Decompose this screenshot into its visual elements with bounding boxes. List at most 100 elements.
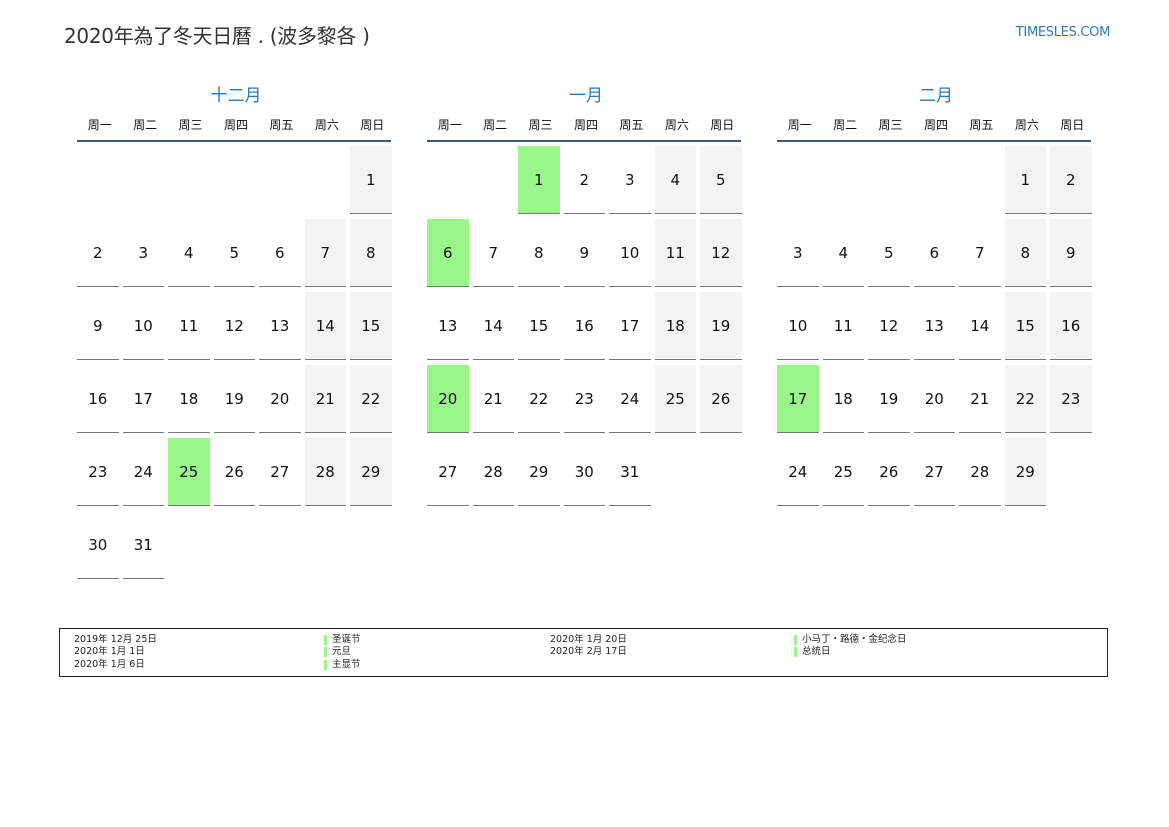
day-cell[interactable]: 10 <box>122 292 164 360</box>
day-cell[interactable]: 26 <box>700 365 742 433</box>
day-cell[interactable]: 10 <box>777 292 819 360</box>
weekday-header: 周一 周二 周三 周四 周五 周六 周日 <box>427 108 745 140</box>
day-cell[interactable]: 14 <box>304 292 346 360</box>
day-cell[interactable]: 30 <box>77 511 119 579</box>
day-cell[interactable]: 11 <box>168 292 210 360</box>
day-cell[interactable]: 24 <box>122 438 164 506</box>
day-cell[interactable]: 24 <box>609 365 651 433</box>
day-cell[interactable]: 16 <box>1050 292 1092 360</box>
day-cell[interactable]: 19 <box>868 365 910 433</box>
day-cell[interactable]: 13 <box>259 292 301 360</box>
day-cell[interactable]: 28 <box>959 438 1001 506</box>
day-cell[interactable]: 12 <box>868 292 910 360</box>
day-cell[interactable]: 12 <box>700 219 742 287</box>
day-cell[interactable]: 3 <box>777 219 819 287</box>
day-cell[interactable]: 28 <box>472 438 514 506</box>
day-cell[interactable]: 23 <box>563 365 605 433</box>
day-cell[interactable]: 9 <box>1050 219 1092 287</box>
day-cell[interactable]: 21 <box>959 365 1001 433</box>
day-cell[interactable]: 15 <box>350 292 392 360</box>
day-cell[interactable]: 31 <box>122 511 164 579</box>
day-cell[interactable]: 20 <box>913 365 955 433</box>
day-cell[interactable]: 6 <box>913 219 955 287</box>
site-link[interactable]: TIMESLES.COM <box>1016 25 1111 40</box>
day-cell-holiday[interactable]: 1 <box>518 146 560 214</box>
day-cell[interactable]: 21 <box>472 365 514 433</box>
day-cell[interactable]: 3 <box>122 219 164 287</box>
day-cell[interactable]: 30 <box>563 438 605 506</box>
day-cell[interactable]: 28 <box>304 438 346 506</box>
empty-cell <box>168 146 210 214</box>
day-cell[interactable]: 7 <box>304 219 346 287</box>
day-cell[interactable]: 1 <box>1004 146 1046 214</box>
day-cell[interactable]: 25 <box>822 438 864 506</box>
day-cell[interactable]: 27 <box>427 438 469 506</box>
day-cell[interactable]: 24 <box>777 438 819 506</box>
day-cell[interactable]: 8 <box>350 219 392 287</box>
day-cell[interactable]: 21 <box>304 365 346 433</box>
day-cell[interactable]: 17 <box>122 365 164 433</box>
day-cell[interactable]: 20 <box>259 365 301 433</box>
day-cell[interactable]: 25 <box>654 365 696 433</box>
day-cell[interactable]: 19 <box>213 365 255 433</box>
day-cell[interactable]: 5 <box>868 219 910 287</box>
day-cell[interactable]: 16 <box>563 292 605 360</box>
day-cell[interactable]: 26 <box>868 438 910 506</box>
day-cell[interactable]: 9 <box>563 219 605 287</box>
day-cell[interactable]: 2 <box>77 219 119 287</box>
day-cell[interactable]: 5 <box>700 146 742 214</box>
day-cell[interactable]: 12 <box>213 292 255 360</box>
day-cell-holiday[interactable]: 6 <box>427 219 469 287</box>
day-cell[interactable]: 3 <box>609 146 651 214</box>
day-cell[interactable]: 23 <box>77 438 119 506</box>
day-cell[interactable]: 4 <box>168 219 210 287</box>
day-cell[interactable]: 2 <box>1050 146 1092 214</box>
day-cell[interactable]: 27 <box>259 438 301 506</box>
day-cell[interactable]: 27 <box>913 438 955 506</box>
day-cell[interactable]: 9 <box>77 292 119 360</box>
day-cell[interactable]: 5 <box>213 219 255 287</box>
month-title: 二月 <box>919 86 953 106</box>
day-cell[interactable]: 18 <box>654 292 696 360</box>
day-cell[interactable]: 15 <box>1004 292 1046 360</box>
day-cell[interactable]: 29 <box>350 438 392 506</box>
day-cell[interactable]: 14 <box>472 292 514 360</box>
legend-names-left: 圣诞节 元旦 主显节 <box>324 634 361 671</box>
day-cell[interactable]: 23 <box>1050 365 1092 433</box>
day-cell[interactable]: 17 <box>609 292 651 360</box>
day-cell[interactable]: 22 <box>1004 365 1046 433</box>
day-cell[interactable]: 11 <box>654 219 696 287</box>
day-cell[interactable]: 13 <box>427 292 469 360</box>
day-cell[interactable]: 8 <box>1004 219 1046 287</box>
day-cell[interactable]: 18 <box>168 365 210 433</box>
day-cell[interactable]: 14 <box>959 292 1001 360</box>
day-cell-holiday[interactable]: 17 <box>777 365 819 433</box>
month-title: 一月 <box>569 86 603 106</box>
day-cell[interactable]: 29 <box>518 438 560 506</box>
day-cell[interactable]: 10 <box>609 219 651 287</box>
day-cell[interactable]: 8 <box>518 219 560 287</box>
day-cell[interactable]: 13 <box>913 292 955 360</box>
day-cell[interactable]: 7 <box>472 219 514 287</box>
day-cell[interactable]: 22 <box>350 365 392 433</box>
day-cell[interactable]: 15 <box>518 292 560 360</box>
day-cell[interactable]: 18 <box>822 365 864 433</box>
day-cell[interactable]: 7 <box>959 219 1001 287</box>
holiday-legend: 2019年 12月 25日 2020年 1月 1日 2020年 1月 6日 圣诞节元… <box>59 628 1108 677</box>
day-cell-holiday[interactable]: 25 <box>168 438 210 506</box>
day-cell[interactable]: 29 <box>1004 438 1046 506</box>
day-cell[interactable]: 26 <box>213 438 255 506</box>
day-cell[interactable]: 16 <box>77 365 119 433</box>
day-cell[interactable]: 2 <box>563 146 605 214</box>
day-cell[interactable]: 19 <box>700 292 742 360</box>
day-cell[interactable]: 4 <box>822 219 864 287</box>
day-cell[interactable]: 11 <box>822 292 864 360</box>
day-cell[interactable]: 4 <box>654 146 696 214</box>
day-cell[interactable]: 31 <box>609 438 651 506</box>
empty-cell <box>777 146 819 214</box>
day-cell[interactable]: 22 <box>518 365 560 433</box>
day-cell[interactable]: 6 <box>259 219 301 287</box>
day-cell-holiday[interactable]: 20 <box>427 365 469 433</box>
legend-holiday-name: 总统日 <box>794 646 907 658</box>
day-cell[interactable]: 1 <box>350 146 392 214</box>
